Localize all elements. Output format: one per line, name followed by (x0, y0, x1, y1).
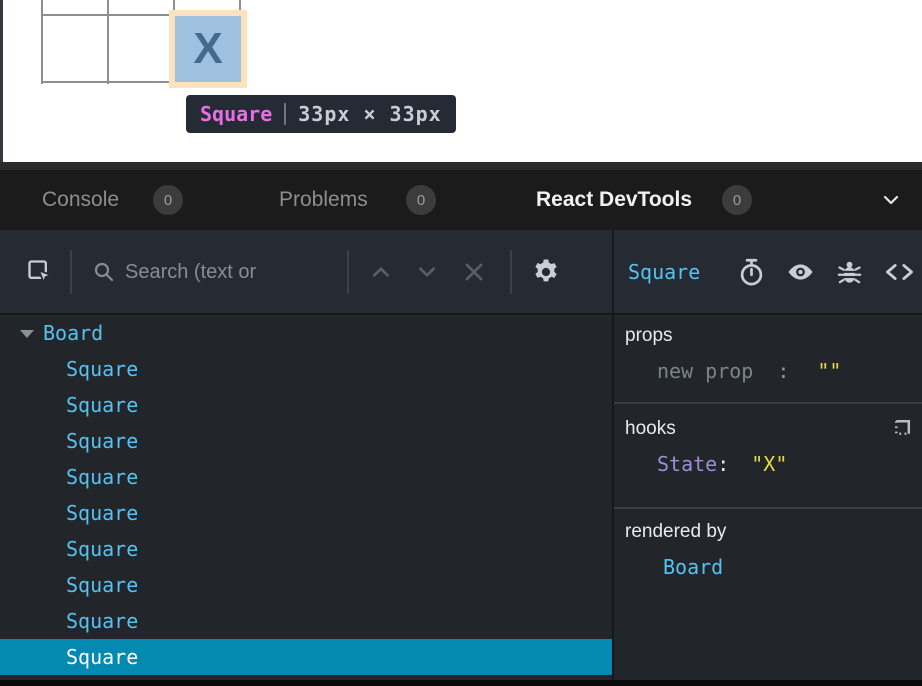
search-clear-icon[interactable] (462, 260, 486, 284)
chevron-down-icon[interactable] (882, 192, 900, 208)
hook-name: State (657, 452, 717, 476)
new-prop-row: new prop : "" (625, 359, 922, 383)
search-icon (92, 260, 116, 284)
hooks-heading: hooks (625, 418, 922, 440)
rendered-by-section: rendered by Board (614, 509, 922, 579)
search-next-icon[interactable] (416, 261, 438, 283)
tree-item-square-selected[interactable]: Square (0, 639, 612, 675)
tab-console-badge: 0 (153, 185, 183, 215)
hook-colon: : (717, 452, 729, 476)
tree-item-label: Square (66, 573, 138, 597)
tab-problems[interactable]: Problems (279, 170, 368, 230)
square-x-value: X (193, 27, 222, 71)
tooltip-component-name: Square (200, 102, 272, 126)
browser-page-viewport: X Square 33px × 33px (0, 0, 922, 162)
parse-hook-names-icon[interactable] (889, 416, 914, 441)
state-hook-row: State : "X" (625, 452, 922, 476)
settings-gear-icon[interactable] (531, 257, 561, 287)
toolbar-separator (70, 250, 72, 294)
inspected-component-title: Square (628, 260, 700, 284)
inspect-dom-eye-icon[interactable] (785, 260, 816, 284)
components-toolbar (0, 230, 612, 314)
debug-bug-icon[interactable] (836, 258, 863, 286)
tree-item-label: Square (66, 357, 138, 381)
tooltip-divider (284, 103, 286, 125)
tree-item-board[interactable]: Board (0, 315, 612, 351)
inspect-element-icon[interactable] (26, 258, 54, 286)
tree-item-square[interactable]: Square (0, 531, 612, 567)
hooks-section: hooks State : "X" (614, 404, 922, 509)
devtools-top-band (0, 162, 922, 170)
tree-item-square[interactable]: Square (0, 423, 612, 459)
tab-react-devtools-badge: 0 (722, 185, 752, 215)
tree-item-square[interactable]: Square (0, 387, 612, 423)
window-left-edge (0, 0, 3, 162)
tab-problems-badge: 0 (406, 185, 436, 215)
devtools-window: X Square 33px × 33px Console 0 Problems … (0, 0, 922, 686)
tooltip-size: 33px × 33px (298, 102, 441, 126)
view-source-code-icon[interactable] (883, 260, 916, 284)
toolbar-separator (347, 250, 349, 294)
tree-item-label: Square (66, 429, 138, 453)
tab-console[interactable]: Console (42, 170, 119, 230)
bottom-edge (0, 680, 922, 686)
rendered-by-board-link[interactable]: Board (625, 555, 723, 579)
props-section: props new prop : "" (614, 315, 922, 404)
suspend-stopwatch-icon[interactable] (738, 258, 765, 287)
tree-item-label: Square (66, 645, 138, 669)
component-inspector: props new prop : "" hooks State : "X" (614, 315, 922, 680)
tree-item-square[interactable]: Square (0, 459, 612, 495)
tree-item-label: Square (66, 393, 138, 417)
tree-item-square[interactable]: Square (0, 603, 612, 639)
tree-item-label: Square (66, 465, 138, 489)
tree-item-square[interactable]: Square (0, 567, 612, 603)
toolbar-separator (510, 250, 512, 294)
tree-item-label: Square (66, 609, 138, 633)
tree-item-square[interactable]: Square (0, 351, 612, 387)
tree-item-square[interactable]: Square (0, 495, 612, 531)
search-prev-icon[interactable] (370, 261, 392, 283)
props-heading: props (625, 325, 922, 347)
new-prop-value-input[interactable]: "" (817, 359, 841, 383)
tree-item-label: Square (66, 537, 138, 561)
tree-item-label: Board (43, 321, 103, 345)
component-tree: Board Square Square Square Square Square… (0, 315, 612, 680)
new-prop-name-input[interactable]: new prop (657, 359, 753, 383)
devtools-tab-bar: Console 0 Problems 0 React DevTools 0 (0, 170, 922, 230)
tab-react-devtools[interactable]: React DevTools (536, 170, 692, 230)
expand-triangle-icon[interactable] (20, 330, 34, 338)
hook-value-input[interactable]: "X" (751, 452, 787, 476)
inspected-component-header: Square (614, 230, 922, 314)
tree-item-label: Square (66, 501, 138, 525)
rendered-by-heading: rendered by (625, 521, 922, 543)
inspect-overlay-tooltip: Square 33px × 33px (186, 95, 456, 133)
square-button-highlighted[interactable]: X (175, 16, 241, 82)
search-input[interactable] (125, 261, 347, 284)
prop-colon: : (777, 359, 789, 383)
